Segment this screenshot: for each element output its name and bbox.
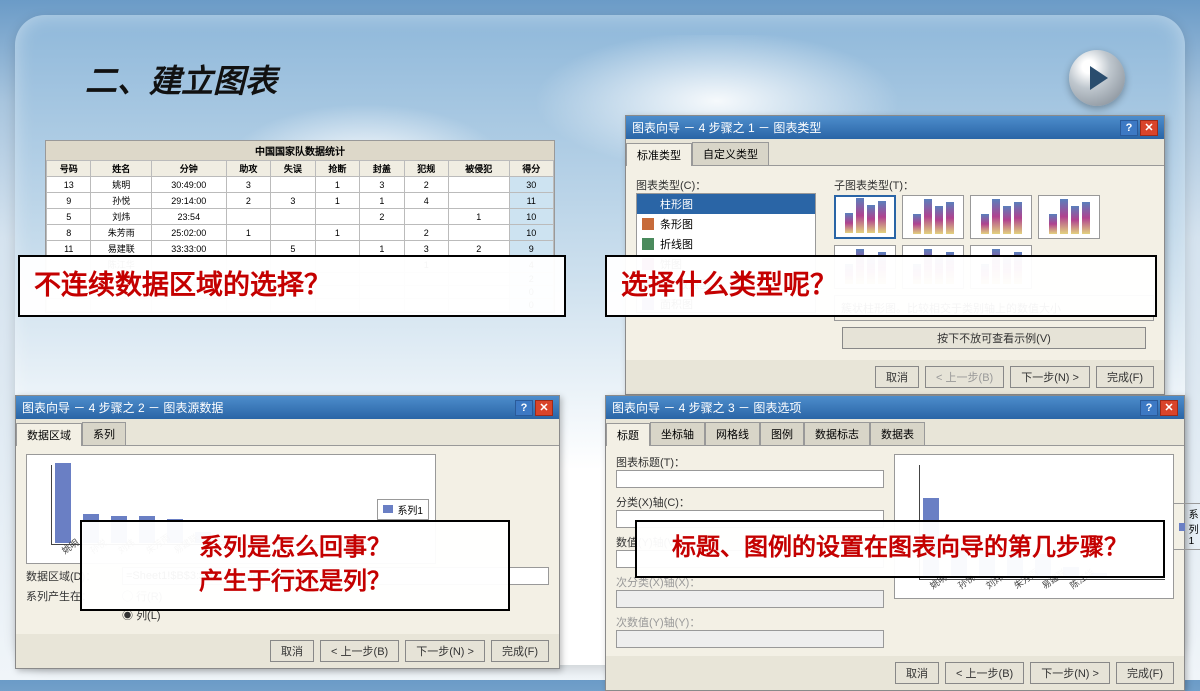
close-icon[interactable]: ✕	[1140, 120, 1158, 136]
callout-q4: 标题、图例的设置在图表向导的第几步骤？	[635, 520, 1165, 578]
y2-axis-label: 次数值(Y)轴(Y)：	[616, 614, 884, 630]
close-icon[interactable]: ✕	[1160, 400, 1178, 416]
tab-option[interactable]: 数据表	[870, 422, 925, 445]
subtype-thumb[interactable]	[902, 195, 964, 239]
chart-type-label: 图表类型(C)：	[636, 177, 816, 193]
chart-title-input[interactable]	[616, 470, 884, 488]
legend: 系列1	[377, 499, 429, 520]
x2-axis-input	[616, 590, 884, 608]
chart-type-icon	[642, 238, 654, 250]
chart-type-item[interactable]: 柱形图	[637, 194, 815, 214]
tab-custom[interactable]: 自定义类型	[692, 142, 769, 165]
next-arrow-button[interactable]	[1069, 50, 1125, 106]
callout-q3: 系列是怎么回事？产生于行还是列？	[80, 520, 510, 611]
tab-option[interactable]: 坐标轴	[650, 422, 705, 445]
tab-series[interactable]: 系列	[82, 422, 126, 445]
tab-data-range[interactable]: 数据区域	[16, 423, 82, 446]
close-icon[interactable]: ✕	[535, 400, 553, 416]
callout-q1: 不连续数据区域的选择？	[18, 255, 566, 317]
cancel-button[interactable]: 取消	[875, 366, 919, 388]
bar	[55, 463, 71, 543]
next-button[interactable]: 下一步(N) >	[1030, 662, 1110, 684]
next-button[interactable]: 下一步(N) >	[405, 640, 485, 662]
slide-title: 二、建立图表	[85, 65, 277, 97]
callout-q2: 选择什么类型呢？	[605, 255, 1157, 317]
cancel-button[interactable]: 取消	[270, 640, 314, 662]
tab-strip: 标准类型 自定义类型	[626, 139, 1164, 166]
chart-title-label: 图表标题(T)：	[616, 454, 884, 470]
dialog-title: 图表向导 － 4 步骤之 3 － 图表选项	[612, 399, 801, 416]
help-icon[interactable]: ?	[515, 400, 533, 416]
tab-option[interactable]: 网格线	[705, 422, 760, 445]
dialog-titlebar: 图表向导 － 4 步骤之 1 － 图表类型 ? ✕	[626, 116, 1164, 139]
next-button[interactable]: 下一步(N) >	[1010, 366, 1090, 388]
dialog-title: 图表向导 － 4 步骤之 2 － 图表源数据	[22, 399, 223, 416]
back-button[interactable]: < 上一步(B)	[320, 640, 399, 662]
cancel-button[interactable]: 取消	[895, 662, 939, 684]
chart-type-item[interactable]: 折线图	[637, 234, 815, 254]
tab-option[interactable]: 数据标志	[804, 422, 870, 445]
help-icon[interactable]: ?	[1140, 400, 1158, 416]
sheet-title: 中国国家队数据统计	[46, 141, 554, 160]
subtype-thumb[interactable]	[1038, 195, 1100, 239]
subtype-thumb[interactable]	[970, 195, 1032, 239]
finish-button[interactable]: 完成(F)	[1096, 366, 1154, 388]
help-icon[interactable]: ?	[1120, 120, 1138, 136]
x-axis-label: 分类(X)轴(C)：	[616, 494, 884, 510]
dialog-titlebar: 图表向导 － 4 步骤之 2 － 图表源数据 ? ✕	[16, 396, 559, 419]
tab-option[interactable]: 标题	[606, 423, 650, 446]
subtype-thumb[interactable]	[834, 195, 896, 239]
finish-button[interactable]: 完成(F)	[1116, 662, 1174, 684]
sub-type-label: 子图表类型(T)：	[834, 177, 1154, 193]
tab-option[interactable]: 图例	[760, 422, 804, 445]
y2-axis-input	[616, 630, 884, 648]
chart-type-item[interactable]: 条形图	[637, 214, 815, 234]
chart-type-icon	[642, 198, 654, 210]
back-button[interactable]: < 上一步(B)	[945, 662, 1024, 684]
back-button: < 上一步(B)	[925, 366, 1004, 388]
tab-standard[interactable]: 标准类型	[626, 143, 692, 166]
preview-button[interactable]: 按下不放可查看示例(V)	[842, 327, 1146, 349]
finish-button[interactable]: 完成(F)	[491, 640, 549, 662]
dialog-title: 图表向导 － 4 步骤之 1 － 图表类型	[632, 119, 821, 136]
chart-type-icon	[642, 218, 654, 230]
